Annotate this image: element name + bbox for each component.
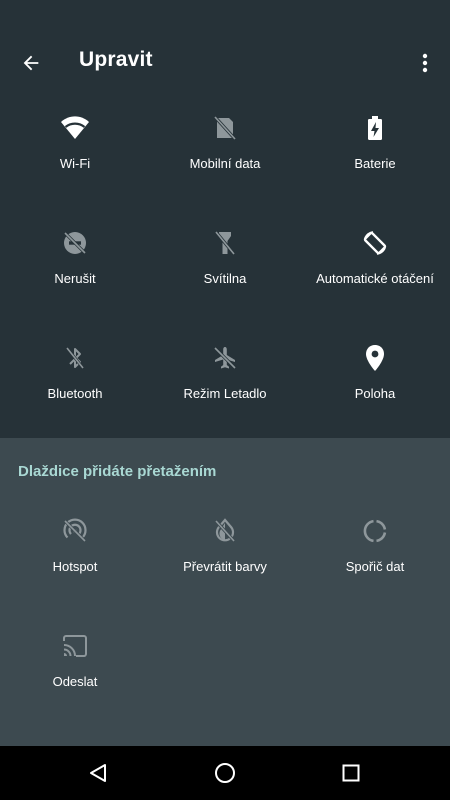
tile-mobile-data[interactable]: Mobilní data	[150, 112, 300, 212]
location-icon	[359, 342, 391, 374]
cast-icon	[59, 630, 91, 662]
triangle-back-icon	[90, 764, 106, 782]
tile-do-not-disturb[interactable]: Nerušit	[0, 227, 150, 327]
tile-label: Odeslat	[52, 674, 98, 689]
tile-label: Spořič dat	[345, 559, 405, 574]
battery-charging-icon	[359, 112, 391, 144]
data-saver-icon	[359, 515, 391, 547]
tile-label: Wi-Fi	[59, 156, 91, 171]
tile-battery[interactable]: Baterie	[300, 112, 450, 212]
tile-wifi[interactable]: Wi-Fi	[0, 112, 150, 212]
tile-airplane-mode[interactable]: Režim Letadlo	[150, 342, 300, 442]
active-tiles-panel: Upravit Wi-Fi Mobilní data Baterie Neruš…	[0, 0, 450, 438]
tile-label: Hotspot	[52, 559, 98, 574]
mobile-data-off-icon	[209, 112, 241, 144]
tile-label: Bluetooth	[47, 386, 103, 401]
tile-label: Režim Letadlo	[183, 386, 267, 401]
page-title: Upravit	[79, 48, 153, 71]
tile-label: Převrátit barvy	[183, 559, 267, 574]
tile-label: Nerušit	[54, 271, 96, 286]
tile-auto-rotate[interactable]: Automatické otáčení	[300, 227, 450, 327]
tile-flashlight[interactable]: Svítilna	[150, 227, 300, 327]
airplane-off-icon	[209, 342, 241, 374]
tile-data-saver[interactable]: Spořič dat	[300, 515, 450, 615]
tile-label: Svítilna	[203, 271, 247, 286]
system-navigation-bar	[0, 746, 450, 800]
app-bar: Upravit	[0, 34, 450, 90]
back-button[interactable]	[14, 46, 48, 80]
tile-hotspot[interactable]: Hotspot	[0, 515, 150, 615]
circle-home-icon	[215, 763, 235, 783]
tile-label: Mobilní data	[189, 156, 261, 171]
nav-back-button[interactable]	[78, 753, 118, 793]
more-options-button[interactable]	[410, 46, 440, 80]
invert-colors-off-icon	[209, 515, 241, 547]
tile-label: Baterie	[354, 156, 396, 171]
available-tiles-panel: Dlaždice přidáte přetažením Hotspot Přev…	[0, 438, 450, 746]
tile-invert-colors[interactable]: Převrátit barvy	[150, 515, 300, 615]
nav-home-button[interactable]	[205, 753, 245, 793]
do-not-disturb-off-icon	[59, 227, 91, 259]
tile-bluetooth[interactable]: Bluetooth	[0, 342, 150, 442]
tile-label: Automatické otáčení	[316, 271, 434, 286]
tile-location[interactable]: Poloha	[300, 342, 450, 442]
flashlight-off-icon	[209, 227, 241, 259]
tile-label: Poloha	[354, 386, 396, 401]
nav-recents-button[interactable]	[331, 753, 371, 793]
wifi-icon	[59, 112, 91, 144]
arrow-back-icon	[23, 55, 39, 71]
section-heading: Dlaždice přidáte přetažením	[18, 463, 217, 480]
hotspot-off-icon	[59, 515, 91, 547]
more-vert-icon	[422, 53, 428, 73]
tile-cast[interactable]: Odeslat	[0, 630, 150, 730]
bluetooth-off-icon	[59, 342, 91, 374]
screen-rotation-icon	[359, 227, 391, 259]
square-recents-icon	[342, 764, 360, 782]
